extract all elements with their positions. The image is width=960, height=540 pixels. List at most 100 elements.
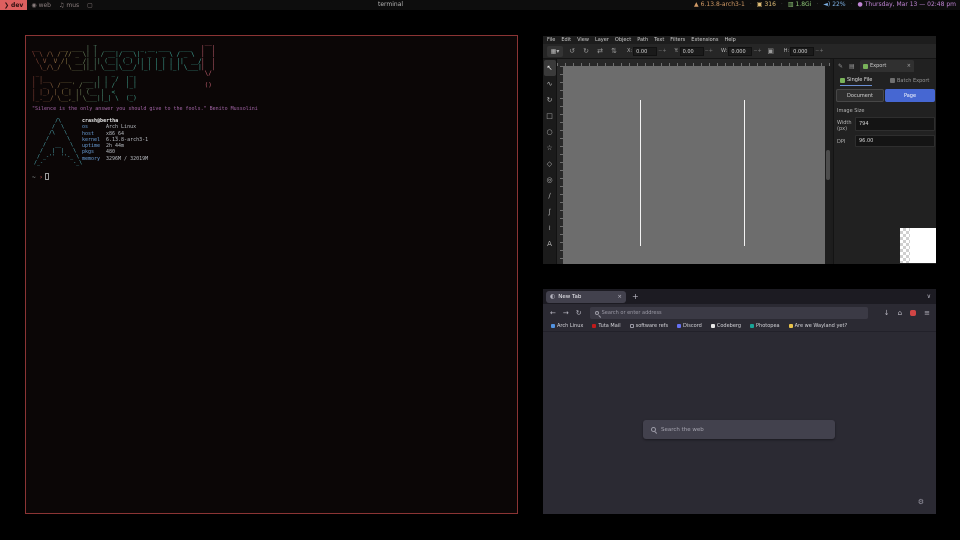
menu-icon[interactable]: ≡ bbox=[924, 309, 930, 317]
menu-extensions[interactable]: Extensions bbox=[691, 37, 718, 43]
folder-icon bbox=[630, 324, 634, 328]
tool-zoom[interactable]: ↻ bbox=[544, 92, 556, 108]
flip-horizontal-icon[interactable]: ⇄ bbox=[595, 47, 605, 55]
selection-mode-dropdown[interactable]: ▦▾ bbox=[547, 46, 563, 57]
tool-rectangle[interactable]: □ bbox=[544, 108, 556, 124]
dpi-input[interactable]: 96.00 bbox=[855, 135, 935, 147]
tool-3dbox[interactable]: ◇ bbox=[544, 156, 556, 172]
home-icon[interactable]: ⌂ bbox=[898, 309, 902, 317]
extension-icon[interactable] bbox=[910, 310, 916, 316]
rotate-ccw-icon[interactable]: ↺ bbox=[567, 47, 577, 55]
back-button[interactable]: ← bbox=[550, 309, 556, 317]
export-scope-document-button[interactable]: Document bbox=[836, 89, 884, 102]
photopea-icon bbox=[750, 324, 754, 328]
width-label: Width (px) bbox=[837, 120, 853, 132]
list-all-tabs-icon[interactable]: ∨ bbox=[927, 293, 931, 300]
new-tab-button[interactable]: + bbox=[632, 292, 639, 301]
batch-export-icon bbox=[890, 78, 895, 83]
inkscape-toolbox: ↖ ∿ ↻ □ ○ ☆ ◇ ◎ ∕ ∫ ≀ A bbox=[543, 59, 557, 264]
drawn-line-right[interactable] bbox=[744, 100, 745, 246]
tool-text[interactable]: A bbox=[544, 236, 556, 252]
menu-edit[interactable]: Edit bbox=[561, 37, 571, 43]
bookmark-folder-software-refs[interactable]: software refs bbox=[630, 323, 668, 329]
reload-button[interactable]: ↻ bbox=[576, 309, 582, 317]
h-stepper[interactable]: −+ bbox=[815, 48, 823, 54]
menu-filters[interactable]: Filters bbox=[670, 37, 685, 43]
edit-dialog-icon[interactable]: ✎ bbox=[838, 63, 843, 70]
workspace-tag-web[interactable]: ◉ web bbox=[27, 0, 55, 10]
tool-pencil[interactable]: ∕ bbox=[544, 188, 556, 204]
h-field: H: 0.000 −+ bbox=[784, 47, 824, 56]
inkscape-canvas[interactable] bbox=[563, 66, 825, 264]
bookmark-discord[interactable]: Discord bbox=[677, 323, 702, 329]
w-input[interactable]: 0.000 bbox=[728, 47, 752, 56]
bookmarks-bar: Arch Linux Tuta Mail software refs Disco… bbox=[543, 321, 936, 332]
transparency-checker bbox=[900, 228, 910, 263]
terminal-window[interactable]: _ __ __ ___ | | ___ ___ _ __ ___ ___ \ \… bbox=[25, 35, 518, 514]
tool-ellipse[interactable]: ○ bbox=[544, 124, 556, 140]
newtab-search-bar[interactable]: Search the web bbox=[643, 420, 835, 439]
menu-file[interactable]: File bbox=[547, 37, 555, 43]
y-input[interactable]: 0.00 bbox=[680, 47, 704, 56]
menu-view[interactable]: View bbox=[577, 37, 589, 43]
workspace-tag-label: dev bbox=[11, 2, 23, 9]
scrollbar-thumb[interactable] bbox=[826, 150, 830, 180]
menu-object[interactable]: Object bbox=[615, 37, 631, 43]
prompt-arrow: › bbox=[39, 174, 43, 181]
canvas-vertical-scrollbar[interactable] bbox=[825, 66, 831, 264]
batch-export-tab[interactable]: Batch Export bbox=[890, 75, 929, 86]
y-stepper[interactable]: −+ bbox=[705, 48, 713, 54]
menu-layer[interactable]: Layer bbox=[595, 37, 609, 43]
volume-icon: ◄) bbox=[823, 1, 830, 8]
drawn-line-left[interactable] bbox=[640, 100, 641, 246]
bookmark-photopea[interactable]: Photopea bbox=[750, 323, 780, 329]
w-stepper[interactable]: −+ bbox=[753, 48, 761, 54]
bookmark-arch-linux[interactable]: Arch Linux bbox=[551, 323, 583, 329]
inkscape-window: File Edit View Layer Object Path Text Fi… bbox=[543, 36, 936, 264]
rotate-cw-icon[interactable]: ↻ bbox=[581, 47, 591, 55]
browser-tab-newtab[interactable]: ◐ New Tab × bbox=[546, 291, 626, 303]
address-bar[interactable]: Search or enter address bbox=[590, 307, 868, 319]
x-stepper[interactable]: −+ bbox=[658, 48, 666, 54]
w-field: W: 0.000 −+ bbox=[721, 47, 762, 56]
close-icon[interactable]: × bbox=[907, 63, 911, 69]
lock-ratio-icon[interactable]: ▣ bbox=[766, 47, 776, 55]
workspace-tag-dev[interactable]: ❯ dev bbox=[0, 0, 27, 10]
dpi-label: DPI bbox=[837, 139, 845, 145]
tool-node[interactable]: ∿ bbox=[544, 76, 556, 92]
tool-pen[interactable]: ∫ bbox=[544, 204, 556, 220]
tool-star[interactable]: ☆ bbox=[544, 140, 556, 156]
flip-vertical-icon[interactable]: ⇅ bbox=[609, 47, 619, 55]
menu-path[interactable]: Path bbox=[637, 37, 648, 43]
status-bar: ❯ dev ◉ web ♫ mus ▢ terminal ▲ 6.13.8-ar… bbox=[0, 0, 960, 10]
width-input[interactable]: 794 bbox=[855, 117, 935, 131]
workspace-tag-label: mus bbox=[66, 2, 79, 9]
terminal-cursor bbox=[45, 173, 49, 180]
tab-close-icon[interactable]: × bbox=[617, 294, 622, 300]
menu-help[interactable]: Help bbox=[724, 37, 735, 43]
workspace-tag-mus[interactable]: ♫ mus bbox=[55, 0, 83, 10]
tool-selector[interactable]: ↖ bbox=[544, 60, 556, 76]
h-input[interactable]: 0.000 bbox=[790, 47, 814, 56]
shell-prompt[interactable]: ~ › bbox=[32, 173, 49, 181]
x-input[interactable]: 0.00 bbox=[633, 47, 657, 56]
workspace-tag-empty[interactable]: ▢ bbox=[83, 0, 97, 10]
menu-text[interactable]: Text bbox=[654, 37, 664, 43]
workspace-tag-label: web bbox=[39, 2, 51, 9]
tool-calligraphy[interactable]: ≀ bbox=[544, 220, 556, 236]
single-file-tab[interactable]: Single File bbox=[840, 75, 872, 86]
personalize-gear-icon[interactable]: ⚙ bbox=[918, 498, 924, 506]
bookmark-are-we-wayland-yet[interactable]: Are we Wayland yet? bbox=[789, 323, 847, 329]
bookmark-codeberg[interactable]: Codeberg bbox=[711, 323, 741, 329]
export-dialog-tab[interactable]: Export × bbox=[860, 60, 914, 72]
forward-button[interactable]: → bbox=[563, 309, 569, 317]
nav-right-icons: ↓ ⌂ ≡ bbox=[876, 309, 930, 317]
search-icon bbox=[651, 427, 656, 432]
tool-spiral[interactable]: ◎ bbox=[544, 172, 556, 188]
layers-dialog-icon[interactable]: ▤ bbox=[849, 63, 855, 70]
export-scope-page-button[interactable]: Page bbox=[885, 89, 935, 102]
downloads-icon[interactable]: ↓ bbox=[884, 309, 890, 317]
tuta-icon bbox=[592, 324, 596, 328]
bookmark-tuta-mail[interactable]: Tuta Mail bbox=[592, 323, 620, 329]
status-modules: ▲ 6.13.8-arch3-1 · ▣ 316 · ▥ 1.8Gi · ◄) … bbox=[694, 1, 956, 8]
